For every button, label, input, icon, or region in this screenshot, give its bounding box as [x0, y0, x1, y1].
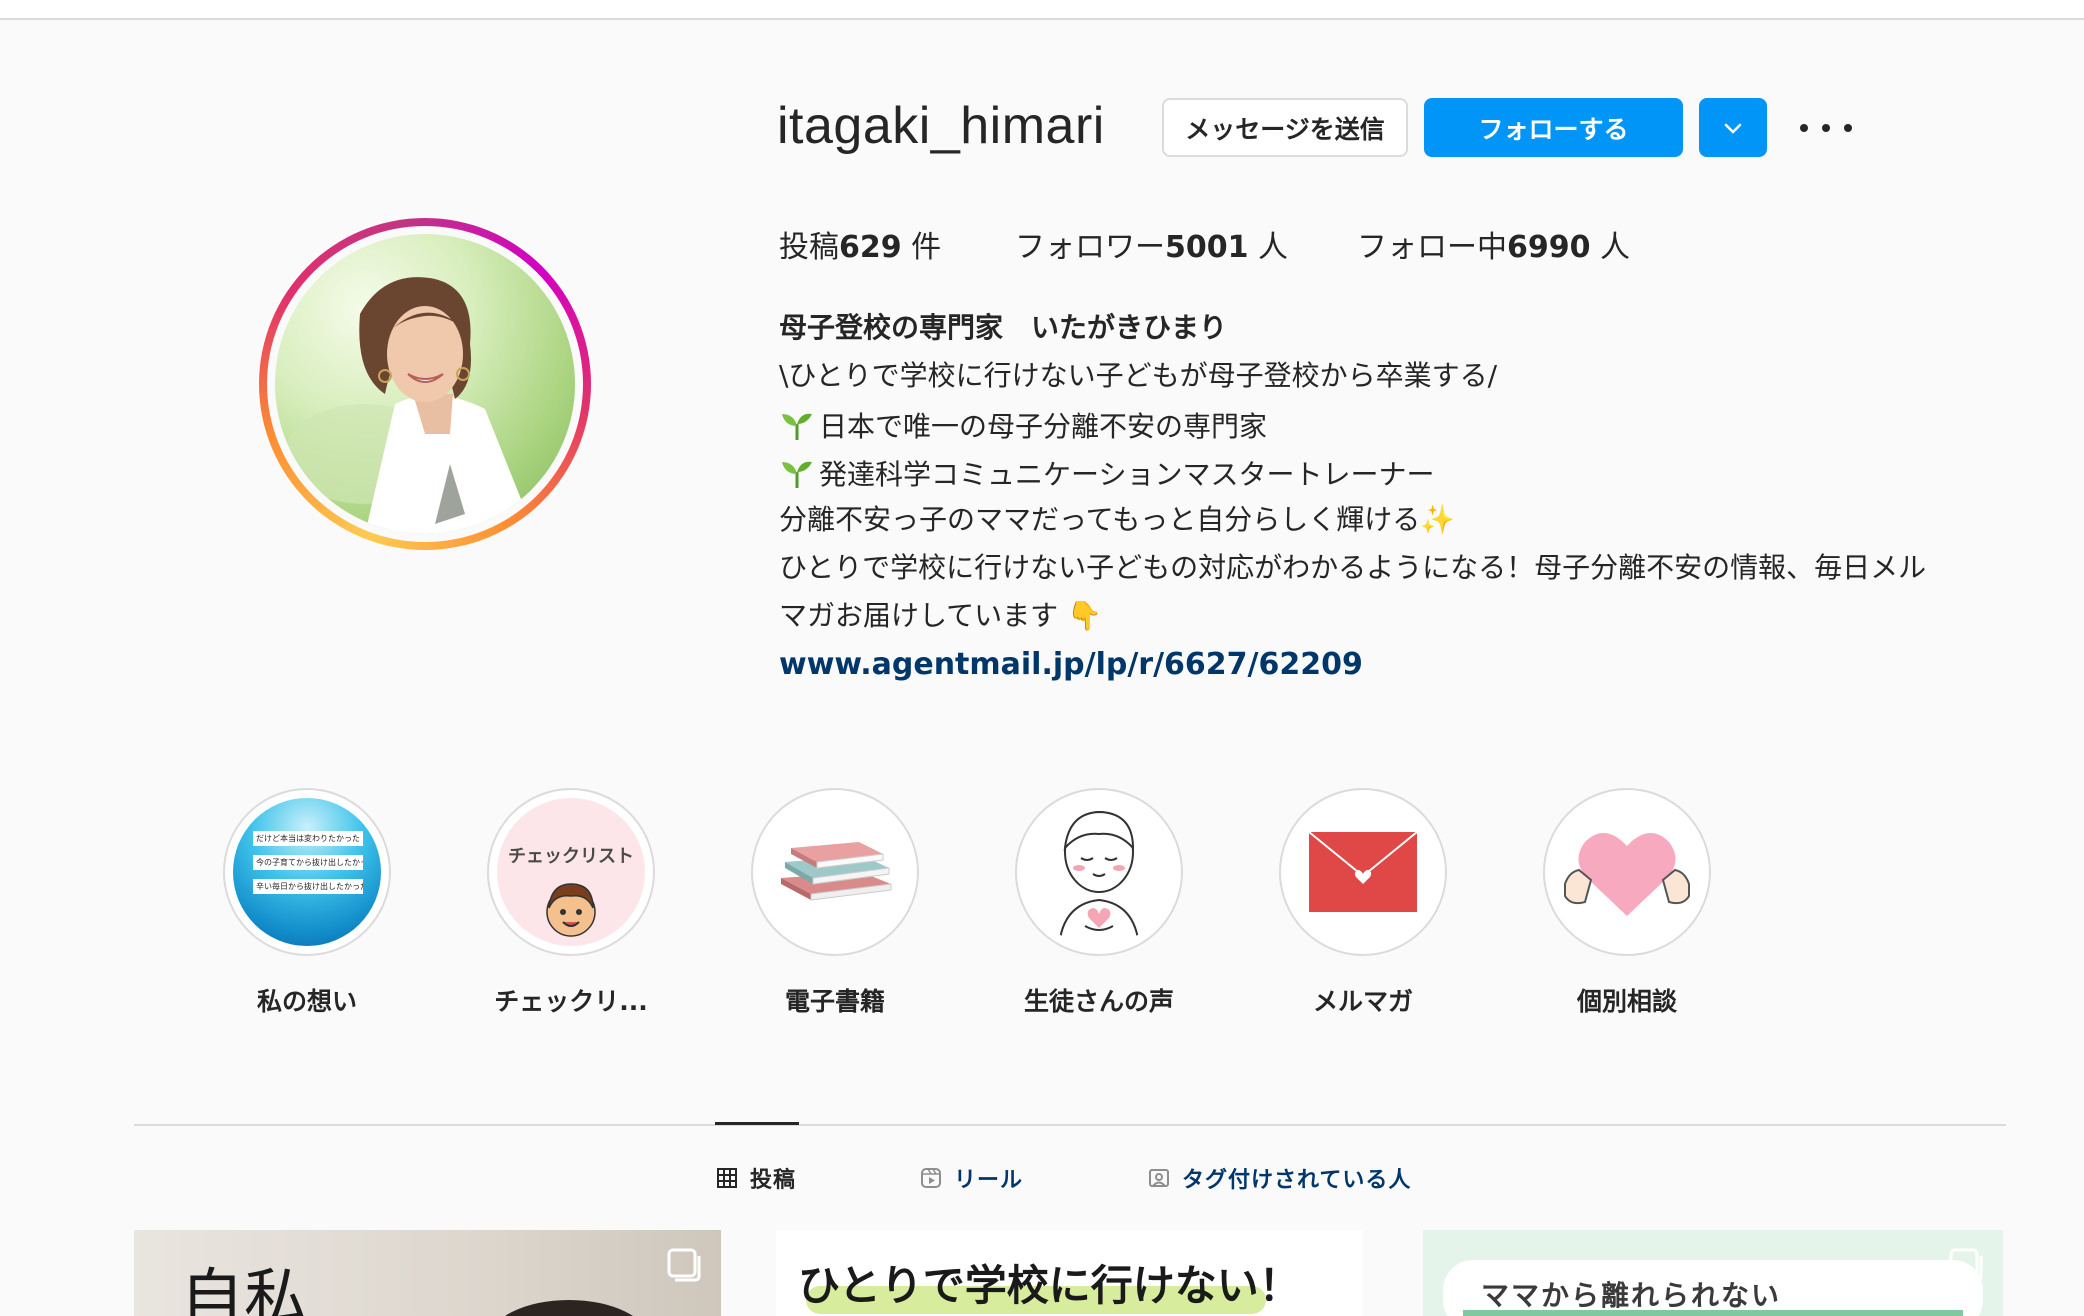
- following-count[interactable]: フォロー中6990 人: [1357, 222, 1630, 266]
- bio-line: 発達科学コミュニケーションマスタートレーナー: [779, 458, 1434, 489]
- seedling-icon: [782, 413, 812, 440]
- post-thumbnail[interactable]: 自私: [134, 1230, 721, 1316]
- posts-count: 投稿629 件: [779, 222, 941, 266]
- bio-line: 分離不安っ子のママだってもっと自分らしく輝ける✨: [779, 503, 1456, 536]
- stat-value: 629: [839, 230, 902, 265]
- stat-value: 5001: [1165, 230, 1249, 265]
- stat-label: 投稿: [779, 230, 839, 265]
- follow-button[interactable]: フォローする: [1424, 98, 1683, 157]
- highlight-cover-text: チェックリスト: [508, 846, 634, 867]
- bio-line: マガお届けしています 👇: [779, 599, 1102, 632]
- carousel-icon: [1949, 1248, 1983, 1282]
- bio-line: \ひとりで学校に行けない子どもが母子登校から卒業する/: [779, 359, 1498, 392]
- bio-external-link[interactable]: www.agentmail.jp/lp/r/6627/62209: [779, 650, 1363, 680]
- tab-label: タグ付けされている人: [1182, 1168, 1412, 1193]
- reels-icon: [921, 1168, 941, 1188]
- tagged-icon: [1149, 1169, 1169, 1187]
- books-icon: [781, 842, 892, 901]
- highlight-label: メルマガ: [1312, 987, 1413, 1016]
- tab-tagged[interactable]: タグ付けされている人: [1148, 1162, 1411, 1194]
- avatar-photo: [275, 234, 575, 534]
- highlight-cover: [1015, 788, 1183, 956]
- boy-face-icon: [546, 883, 596, 937]
- tab-label: リール: [954, 1168, 1024, 1193]
- grid-icon: [717, 1168, 737, 1188]
- bio-name: 母子登校の専門家 いたがきひまり: [779, 311, 1228, 344]
- envelope-icon: [1309, 832, 1417, 912]
- highlight-label: チェックリ...: [494, 987, 648, 1016]
- post-text: ママから離れられない: [1481, 1279, 1782, 1312]
- highlight-label: 個別相談: [1576, 987, 1677, 1016]
- post-thumbnail[interactable]: ひとりで学校に行けない！: [776, 1230, 1363, 1316]
- tab-reels[interactable]: リール: [920, 1162, 1023, 1194]
- bio-line-text: 日本で唯一の母子分離不安の専門家: [819, 410, 1268, 443]
- highlight-cover: [751, 788, 919, 956]
- bio-line: ひとりで学校に行けない子どもの対応がわかるようになる！母子分離不安の情報、毎日メ…: [779, 551, 1927, 584]
- followers-count[interactable]: フォロワー5001 人: [1015, 222, 1288, 266]
- highlight-label: 電子書籍: [784, 987, 885, 1016]
- post-text: 自私: [180, 1263, 308, 1316]
- stat-label: フォロー中: [1357, 230, 1507, 265]
- stat-unit: 人: [1590, 230, 1631, 265]
- send-message-button[interactable]: メッセージを送信: [1162, 98, 1408, 157]
- seedling-icon: [782, 461, 812, 488]
- highlight-cover: [1279, 788, 1447, 956]
- active-tab-indicator: [715, 1122, 799, 1125]
- highlight-cover-text: 今の子育てから抜け出したかった: [253, 855, 363, 870]
- profile-avatar[interactable]: [259, 218, 591, 550]
- more-dot-icon: [1844, 124, 1852, 132]
- student-illustration-icon: [1058, 810, 1140, 946]
- more-dot-icon: [1800, 124, 1808, 132]
- highlight-cover: チェックリスト: [487, 788, 655, 956]
- bio-line: 日本で唯一の母子分離不安の専門家: [779, 410, 1267, 441]
- highlight-cover: だけど本当は変わりたかった 今の子育てから抜け出したかった 辛い毎日から抜け出し…: [223, 788, 391, 956]
- highlight-cover: [1543, 788, 1711, 956]
- more-options-button[interactable]: [1800, 108, 1852, 148]
- more-dot-icon: [1822, 124, 1830, 132]
- tabs-divider: [134, 1124, 2006, 1126]
- bio-line-text: 発達科学コミュニケーションマスタートレーナー: [819, 458, 1435, 491]
- tab-label: 投稿: [750, 1168, 797, 1193]
- carousel-icon: [667, 1248, 701, 1282]
- stat-label: フォロワー: [1015, 230, 1165, 265]
- highlight-cover-text: だけど本当は変わりたかった: [253, 831, 363, 846]
- post-thumbnail[interactable]: ママから離れられない: [1423, 1230, 2003, 1316]
- highlight-cover-text: 辛い毎日から抜け出したかった: [253, 879, 363, 894]
- browser-top-edge: [0, 0, 2084, 20]
- profile-username: itagaki_himari: [777, 97, 1105, 155]
- post-text: ひとりで学校に行けない！: [798, 1261, 1301, 1310]
- tab-posts[interactable]: 投稿: [716, 1162, 796, 1194]
- highlight-label: 生徒さんの声: [1023, 987, 1174, 1016]
- highlight-label: 私の想い: [256, 987, 357, 1016]
- stat-unit: 件: [901, 230, 942, 265]
- chevron-down-icon: [1724, 123, 1742, 134]
- stat-value: 6990: [1507, 230, 1591, 265]
- post-accent-bar: [1463, 1310, 1963, 1316]
- stat-unit: 人: [1248, 230, 1289, 265]
- heart-hands-icon: [1564, 833, 1690, 916]
- post-photo-shape: [489, 1300, 649, 1316]
- suggested-accounts-dropdown-button[interactable]: [1699, 98, 1767, 157]
